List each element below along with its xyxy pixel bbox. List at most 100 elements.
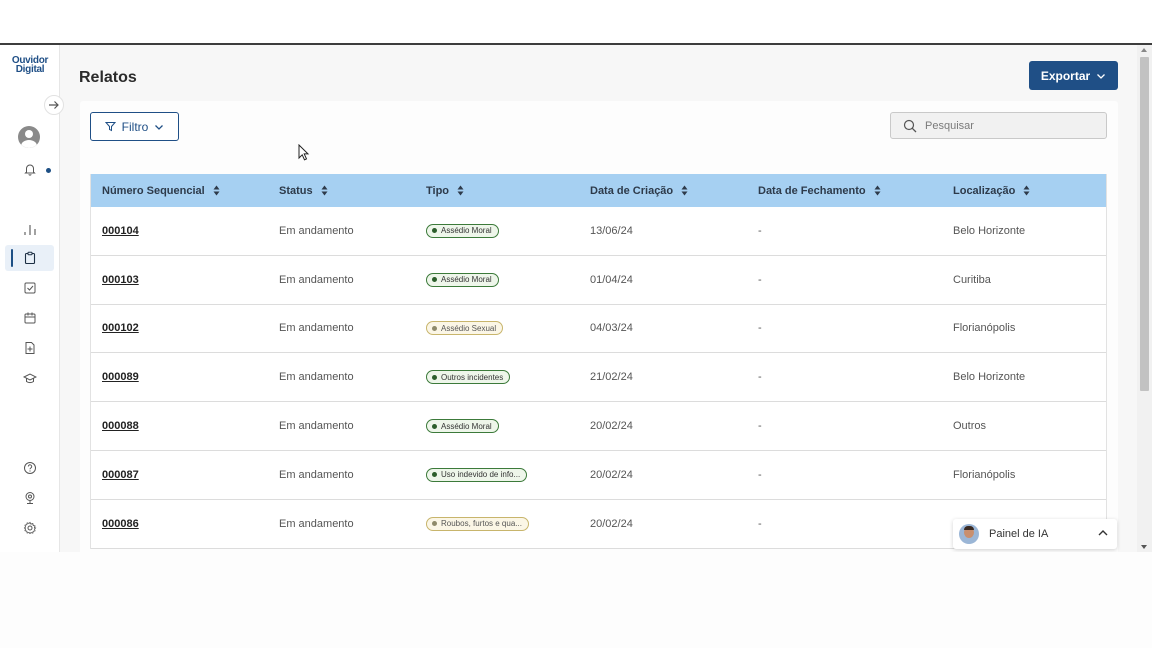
user-avatar[interactable] [18,126,40,148]
tipo-badge-label: Assédio Moral [441,421,492,431]
filter-button[interactable]: Filtro [90,112,179,141]
logo[interactable]: Ouvidor Digital [9,56,51,75]
relato-link[interactable]: 000103 [102,274,139,286]
cell-localizacao: Outros [953,420,987,433]
cell-localizacao: Curitiba [953,273,991,286]
cell-status: Em andamento [279,371,354,384]
notification-dot [46,168,51,173]
help-icon[interactable] [20,458,40,478]
table-row[interactable]: 000104 Em andamento Assédio Moral 13/06/24 -… [91,207,1106,256]
relato-link[interactable]: 000086 [102,518,139,530]
cell-data-criacao: 04/03/24 [590,322,633,335]
tipo-badge: Assédio Moral [426,419,499,434]
column-header-status[interactable]: Status [279,185,426,197]
table-row[interactable]: 000102 Em andamento Assédio Sexual 04/03/24… [91,304,1106,354]
cell-localizacao: Florianópolis [953,468,1016,481]
tipo-badge-label: Uso indevido de info... [441,470,521,480]
cell-localizacao: Belo Horizonte [953,371,1026,384]
checkbox-icon[interactable] [20,278,40,298]
cell-numero: 000088 [91,420,279,432]
webcam-icon[interactable] [20,488,40,508]
scroll-up-arrow-icon[interactable] [1141,48,1147,52]
cell-status: Em andamento [279,468,354,481]
mouse-cursor-icon [298,144,310,161]
arrow-right-icon [49,101,59,109]
cell-tipo: Assédio Moral [426,272,590,287]
relato-link[interactable]: 000102 [102,322,139,334]
column-header-data-fechamento[interactable]: Data de Fechamento [758,185,953,197]
ai-panel-label: Painel de IA [989,528,1049,540]
file-add-icon[interactable] [20,338,40,358]
cell-numero: 000086 [91,518,279,530]
relato-link[interactable]: 000089 [102,371,139,383]
cell-data-fechamento: - [758,371,762,384]
tipo-badge: Assédio Moral [426,223,499,238]
logo-line-2: Digital [15,64,45,75]
page-scrollbar[interactable] [1137,45,1152,552]
column-header-data-criacao[interactable]: Data de Criação [590,185,758,197]
badge-dot [432,277,437,283]
cell-localizacao: Florianópolis [953,322,1016,335]
tipo-badge-label: Outros incidentes [441,372,504,382]
relato-link[interactable]: 000087 [102,469,139,481]
relatos-table: Número Sequencial Status Tipo Data de Cr… [90,174,1107,549]
table-row[interactable]: 000087 Em andamento Uso indevido de info..… [91,450,1106,500]
gear-icon[interactable] [20,518,40,538]
tipo-badge: Roubos, furtos e qua... [426,516,529,531]
tipo-badge: Outros incidentes [426,370,511,385]
search-input[interactable] [925,119,1095,132]
scroll-down-arrow-icon[interactable] [1141,545,1147,549]
column-header-tipo[interactable]: Tipo [426,185,590,197]
cell-data-fechamento: - [758,322,762,335]
cell-numero: 000087 [91,469,279,481]
sort-icon [1023,185,1030,196]
cell-status: Em andamento [279,273,354,286]
cell-data-fechamento: - [758,420,762,433]
cell-tipo: Assédio Moral [426,419,590,434]
column-header-label: Data de Fechamento [758,184,866,197]
page-title: Relatos [79,69,137,86]
cell-numero: 000103 [91,274,279,286]
cell-numero: 000089 [91,371,279,383]
badge-dot [432,423,437,429]
sort-icon [457,185,464,196]
tipo-badge: Assédio Sexual [426,321,504,336]
graduation-cap-icon[interactable] [20,368,40,388]
sidebar-expand-button[interactable] [44,95,64,115]
badge-dot [432,228,437,234]
cell-status: Em andamento [279,517,354,530]
export-button[interactable]: Exportar [1029,61,1118,90]
column-header-localizacao[interactable]: Localização [953,185,1093,197]
column-header-label: Número Sequencial [102,184,205,197]
cell-data-fechamento: - [758,468,762,481]
column-header-numero[interactable]: Número Sequencial [91,185,279,197]
ai-panel-toggle[interactable]: Painel de IA [953,519,1117,549]
cell-localizacao: Belo Horizonte [953,224,1026,237]
sidebar-active-indicator [11,249,13,267]
cell-status: Em andamento [279,322,354,335]
chart-icon[interactable] [20,220,40,240]
table-header: Número Sequencial Status Tipo Data de Cr… [91,174,1106,207]
calendar-icon[interactable] [20,308,40,328]
content-card: Filtro Número Sequencial Status Tipo Dat… [80,101,1118,552]
cell-status: Em andamento [279,420,354,433]
table-row[interactable]: 000089 Em andamento Outros incidentes 21/02… [91,353,1106,403]
relato-link[interactable]: 000088 [102,420,139,432]
cell-tipo: Assédio Sexual [426,321,590,336]
bell-icon[interactable] [20,159,40,179]
filter-icon [104,122,116,132]
sidebar: Ouvidor Digital [0,45,64,552]
scroll-thumb[interactable] [1140,57,1149,391]
table-row[interactable]: 000103 Em andamento Assédio Moral 01/04/24 -… [91,255,1106,305]
cell-data-criacao: 20/02/24 [590,517,633,530]
relato-link[interactable]: 000104 [102,225,139,237]
ai-avatar [959,524,979,544]
clipboard-icon[interactable] [20,248,40,268]
tipo-badge-label: Assédio Moral [441,275,492,285]
export-button-label: Exportar [1040,68,1091,83]
search-box[interactable] [890,112,1107,139]
cell-tipo: Roubos, furtos e qua... [426,516,590,531]
chevron-down-icon [155,124,164,130]
table-row[interactable]: 000088 Em andamento Assédio Moral 20/02/24 -… [91,402,1106,451]
filter-button-label: Filtro [121,119,149,134]
